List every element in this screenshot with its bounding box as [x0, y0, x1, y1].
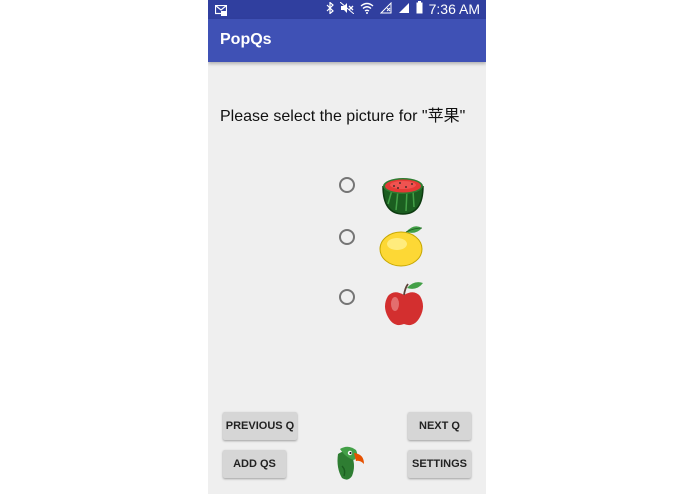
app-bar: PopQs	[208, 19, 486, 62]
signal-icon	[398, 1, 410, 19]
parrot-logo-icon	[332, 444, 366, 487]
apple-icon[interactable]	[382, 280, 426, 333]
bluetooth-icon	[326, 0, 334, 19]
lemon-icon[interactable]	[378, 222, 426, 273]
app-title: PopQs	[220, 31, 272, 48]
option-radio-2[interactable]	[339, 229, 355, 245]
watermelon-icon[interactable]	[380, 174, 426, 221]
add-questions-button[interactable]: ADD QS	[223, 450, 286, 478]
option-radio-3[interactable]	[339, 289, 355, 305]
status-icons: 7:36 AM	[326, 0, 480, 19]
question-text: Please select the picture for "苹果"	[220, 108, 466, 125]
mute-icon	[339, 1, 354, 19]
settings-button[interactable]: SETTINGS	[408, 450, 471, 478]
next-question-button[interactable]: NEXT Q	[408, 412, 471, 440]
status-bar: 7:36 AM	[208, 0, 486, 19]
battery-icon	[416, 0, 423, 19]
status-time: 7:36 AM	[428, 1, 480, 17]
wifi-icon	[360, 1, 374, 19]
phone-screen: 7:36 AM PopQs Please select the picture …	[208, 0, 486, 494]
signal-no-service-icon	[379, 1, 392, 19]
option-radio-1[interactable]	[339, 177, 355, 193]
previous-question-button[interactable]: PREVIOUS Q	[223, 412, 297, 440]
